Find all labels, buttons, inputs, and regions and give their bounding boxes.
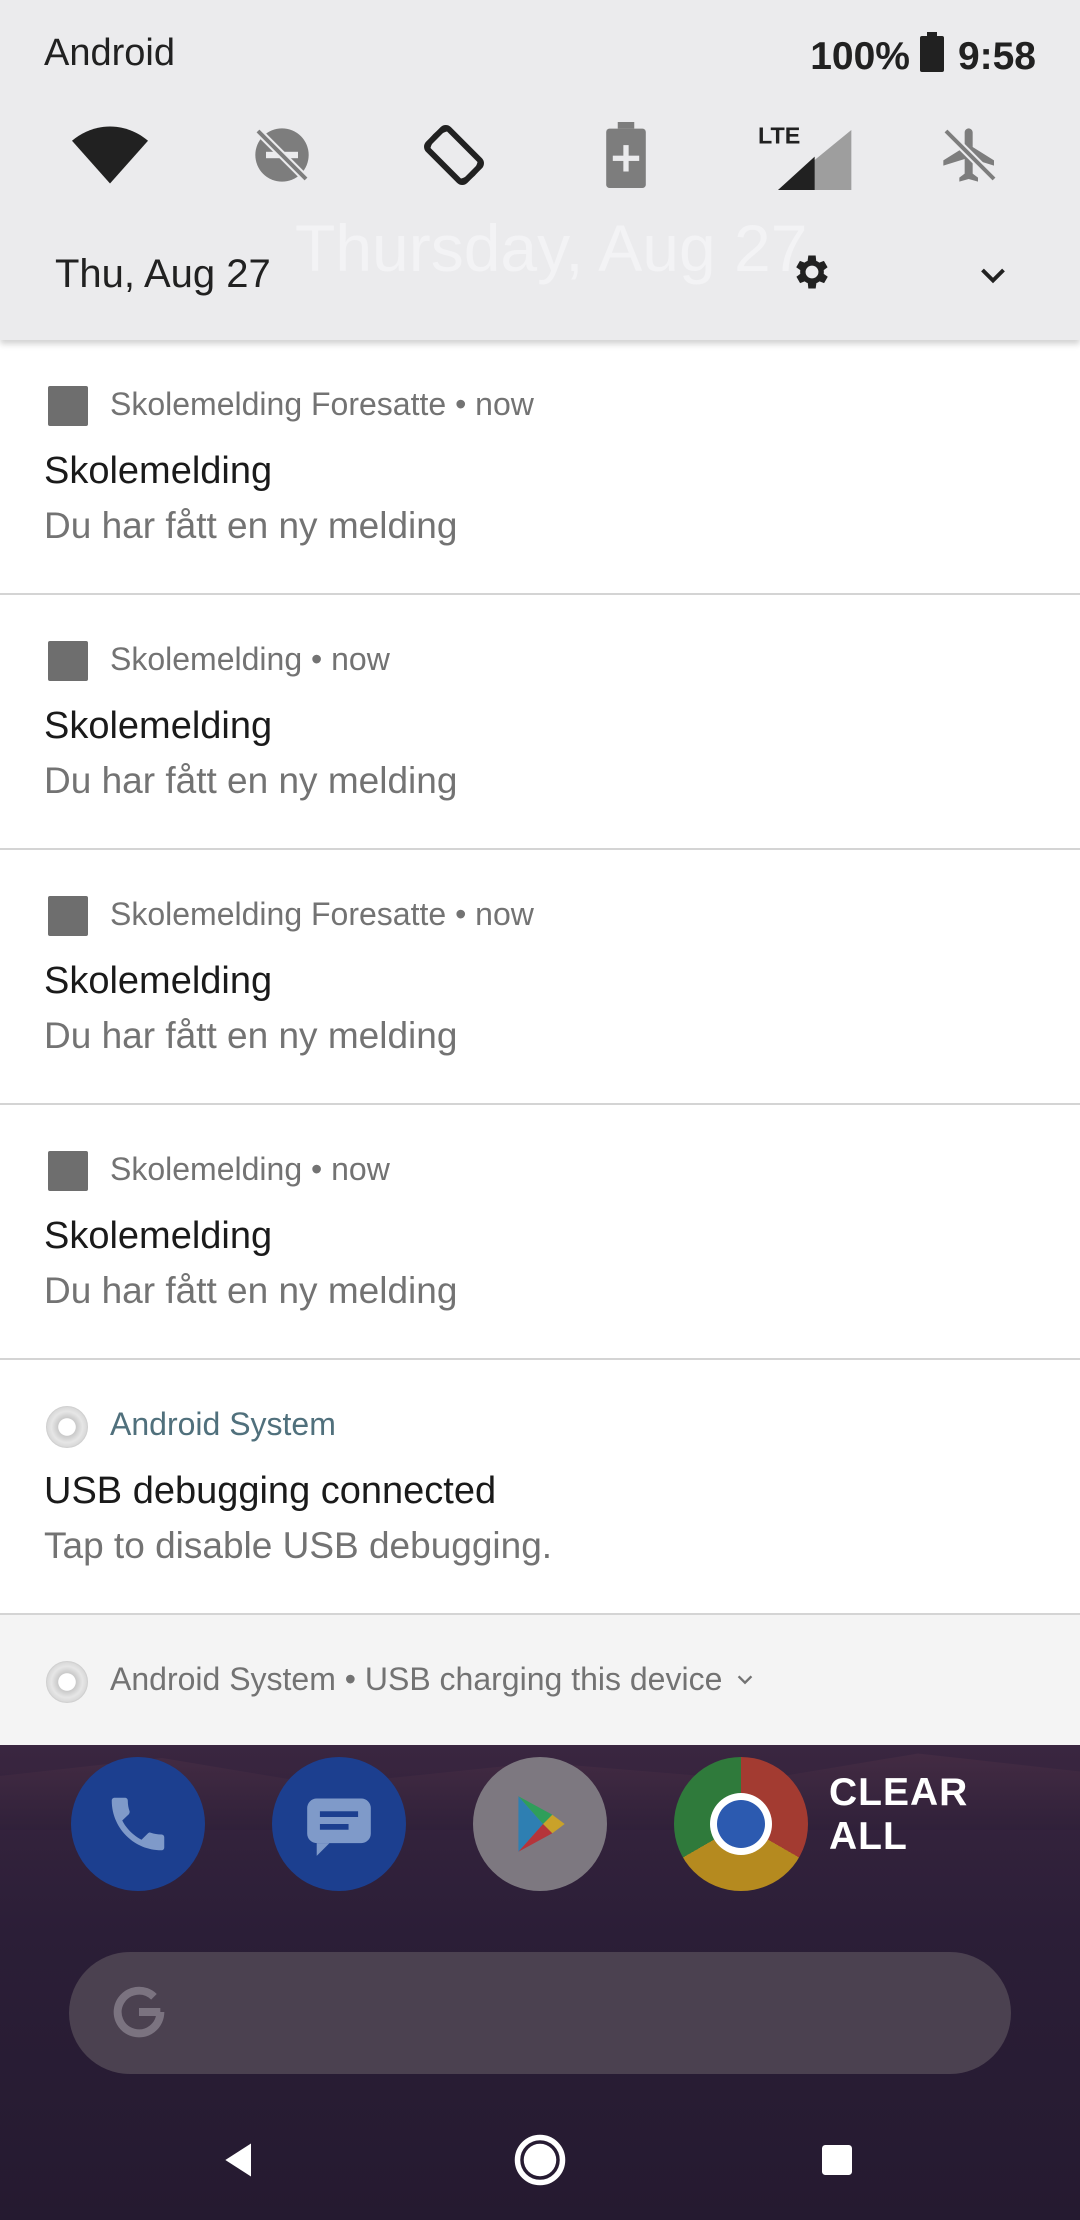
app-icon [48,896,88,936]
clock: 9:58 [957,35,1036,78]
battery-percent: 100% [810,35,910,78]
notification-header: Skolemelding • now [110,641,390,677]
notification-header: Android System [110,1406,336,1442]
battery-icon [919,32,944,82]
notification-header: Skolemelding Foresatte • now [110,896,534,932]
app-icon [48,641,88,681]
chevron-down-icon[interactable] [975,258,1011,294]
notification-header: Skolemelding Foresatte • now [110,386,534,422]
play-store-icon[interactable] [473,1757,607,1891]
notification-summary-text: Android System • USB charging this devic… [110,1661,723,1697]
google-icon [99,1972,179,2052]
do-not-disturb-off-icon[interactable] [242,115,322,195]
notification-title: Skolemelding [44,450,273,492]
battery-saver-icon[interactable] [586,115,666,195]
notification-body: Tap to disable USB debugging. [44,1525,553,1566]
app-icon [48,1151,88,1191]
notification-card[interactable]: Skolemelding Foresatte • now Skolemeldin… [0,340,1080,595]
android-system-icon [46,1406,88,1448]
notification-list: Skolemelding Foresatte • now Skolemeldin… [0,340,1080,1745]
notification-header: Skolemelding • now [110,1151,390,1187]
auto-rotate-icon[interactable] [414,115,494,195]
expanded-date-ghost: Thursday, Aug 27 [295,211,808,285]
chrome-icon[interactable] [674,1757,808,1891]
notification-body: Du har fått en ny melding [44,1015,458,1056]
phone-icon[interactable] [71,1757,205,1891]
notification-card[interactable]: Skolemelding • now Skolemelding Du har f… [0,1105,1080,1360]
messages-icon[interactable] [272,1757,406,1891]
back-button[interactable] [205,2125,275,2195]
notification-card-usb-debugging[interactable]: Android System USB debugging connected T… [0,1360,1080,1615]
lte-signal-icon[interactable]: LTE [758,115,858,195]
airplane-mode-off-icon[interactable] [930,115,1010,195]
quick-settings-panel: Android 100% 9:58 LTE Thursday, Aug 27 T… [0,0,1080,340]
notification-card[interactable]: Skolemelding Foresatte • now Skolemeldin… [0,850,1080,1105]
notification-body: Du har fått en ny melding [44,1270,458,1311]
notification-header: Android System • USB charging this devic… [110,1661,756,1698]
settings-gear-icon[interactable] [790,250,834,294]
recents-button[interactable] [802,2125,872,2195]
google-search-bar[interactable] [69,1952,1011,2074]
notification-body: Du har fått en ny melding [44,505,458,546]
notification-title: Skolemelding [44,1215,273,1257]
navigation-bar [0,2100,1080,2220]
status-icons: 100% 9:58 [810,32,1036,82]
usb-charging-notification[interactable]: Android System • USB charging this devic… [0,1615,1080,1745]
wifi-icon[interactable] [70,115,150,195]
home-button[interactable] [505,2125,575,2195]
date-label: Thu, Aug 27 [55,252,271,296]
clear-all-button[interactable]: CLEAR ALL [829,1771,1049,1858]
notification-card[interactable]: Skolemelding • now Skolemelding Du har f… [0,595,1080,850]
svg-text:LTE: LTE [758,122,800,148]
chevron-down-icon[interactable] [734,1669,756,1691]
notification-title: Skolemelding [44,705,273,747]
app-icon [48,386,88,426]
notification-title: USB debugging connected [44,1470,497,1512]
android-system-icon [46,1661,88,1703]
notification-body: Du har fått en ny melding [44,760,458,801]
notification-title: Skolemelding [44,960,273,1002]
carrier-label: Android [44,32,175,74]
